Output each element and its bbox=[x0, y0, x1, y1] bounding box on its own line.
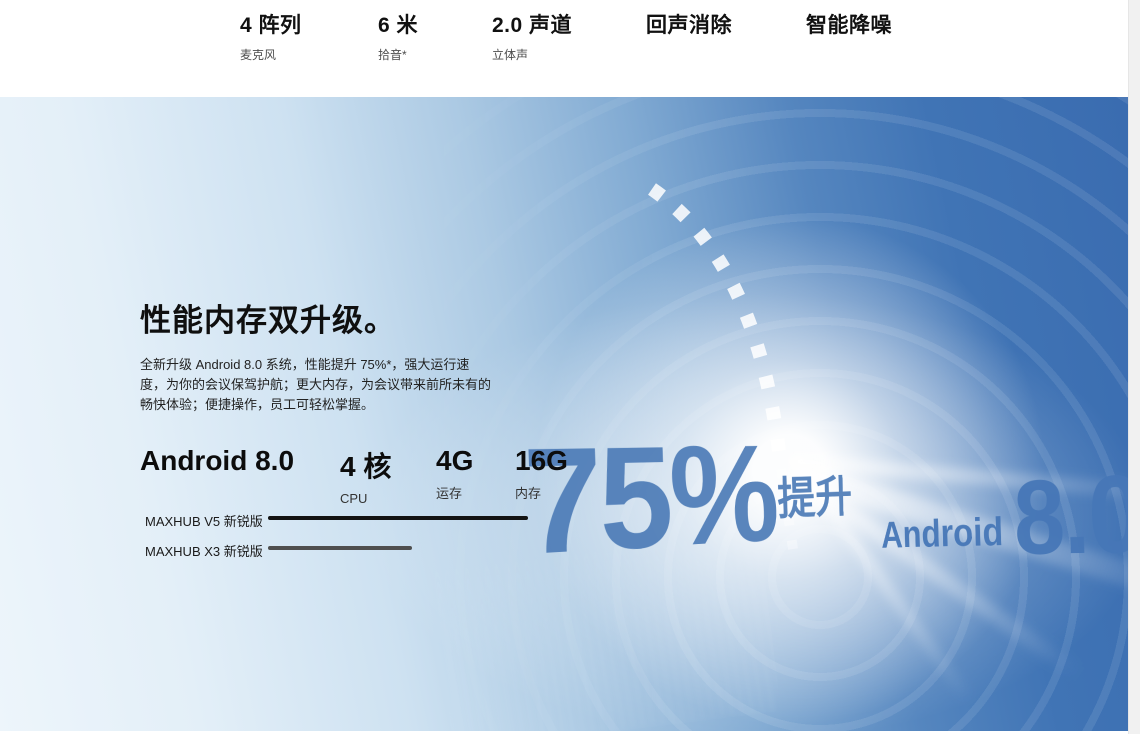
header-spec-pickup-range: 6 米 拾音* bbox=[378, 9, 418, 63]
hero-spec-ram: 4G 运存 bbox=[436, 445, 473, 502]
spec-value: Android 8.0 bbox=[140, 445, 294, 477]
hero-spec-cpu: 4 核 CPU bbox=[340, 445, 391, 506]
spec-value: 6 米 bbox=[378, 9, 418, 39]
spec-value: 2.0 声道 bbox=[492, 9, 572, 39]
comparison-label: MAXHUB X3 新锐版 bbox=[145, 541, 263, 560]
spec-label: 麦克风 bbox=[240, 46, 302, 63]
hero-spec-android: Android 8.0 bbox=[140, 445, 294, 477]
spec-label: 运存 bbox=[436, 483, 473, 502]
hero-banner: 75%提升 Android8.0 性能内存双升级。 全新升级 Android 8… bbox=[0, 97, 1128, 731]
comparison-label: MAXHUB V5 新锐版 bbox=[145, 511, 263, 530]
header-spec-echo-cancel: 回声消除 bbox=[646, 9, 732, 39]
header-spec-strip: 4 阵列 麦克风 6 米 拾音* 2.0 声道 立体声 回声消除 智能降噪 bbox=[0, 0, 1128, 97]
comparison-bar-x3 bbox=[268, 546, 412, 550]
spec-label: 立体声 bbox=[492, 46, 572, 63]
spec-label: 内存 bbox=[515, 483, 568, 502]
scrollbar-track[interactable] bbox=[1128, 0, 1140, 734]
header-spec-mic-array: 4 阵列 麦克风 bbox=[240, 9, 302, 63]
header-spec-stereo-channel: 2.0 声道 立体声 bbox=[492, 9, 572, 63]
hero-spec-storage: 16G 内存 bbox=[515, 445, 568, 502]
spec-value: 回声消除 bbox=[646, 9, 732, 39]
hero-title: 性能内存双升级。 bbox=[140, 295, 396, 340]
hero-description: 全新升级 Android 8.0 系统，性能提升 75%*，强大运行速度，为你的… bbox=[140, 355, 492, 415]
spec-value: 智能降噪 bbox=[806, 9, 892, 39]
spec-value: 16G bbox=[515, 445, 568, 477]
spec-label: 拾音* bbox=[378, 46, 418, 63]
spec-value: 4 阵列 bbox=[240, 9, 302, 39]
spec-value: 4G bbox=[436, 445, 473, 477]
comparison-bar-v5 bbox=[268, 516, 528, 520]
header-spec-noise-reduction: 智能降噪 bbox=[806, 9, 892, 39]
spec-value: 4 核 bbox=[340, 445, 391, 485]
spec-label: CPU bbox=[340, 491, 391, 506]
